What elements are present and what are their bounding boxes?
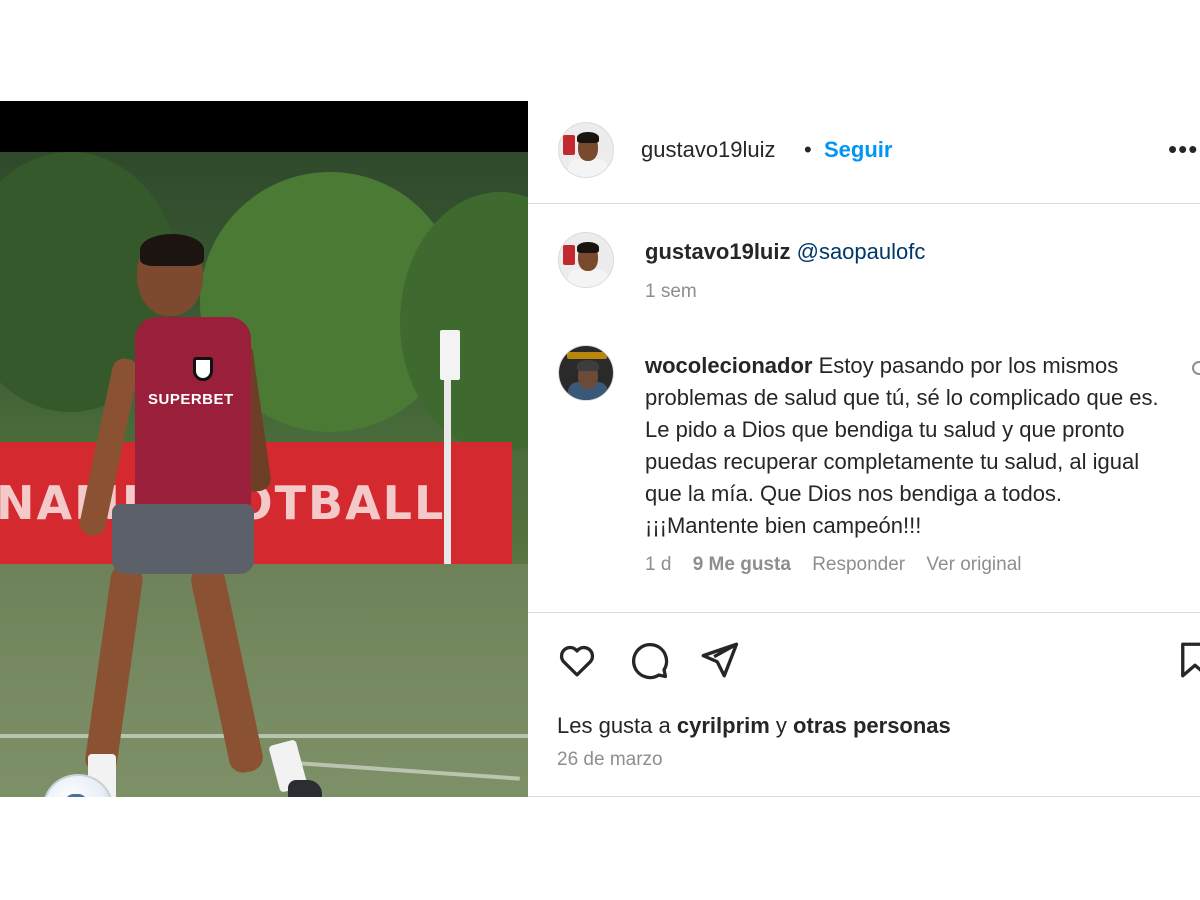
comment-likes[interactable]: 9 Me gusta xyxy=(693,554,791,575)
avatar-shirt xyxy=(568,159,608,177)
send-icon[interactable] xyxy=(698,639,740,681)
comment-meta: 1 d 9 Me gusta Responder Ver original xyxy=(645,554,1037,576)
more-options-icon[interactable]: ••• xyxy=(1168,134,1198,165)
view-original-button[interactable]: Ver original xyxy=(926,554,1021,575)
comment-body: wocolecionador Estoy pasando por los mis… xyxy=(645,350,1175,542)
club-badge xyxy=(563,135,575,155)
caption-author-avatar[interactable] xyxy=(558,232,614,288)
pitch-line xyxy=(0,734,528,738)
comment-like-icon[interactable] xyxy=(1192,361,1200,375)
liker-username[interactable]: cyrilprim xyxy=(677,713,770,738)
club-crest xyxy=(193,357,213,381)
commenter-avatar[interactable] xyxy=(558,345,614,401)
author-username[interactable]: gustavo19luiz xyxy=(641,137,776,163)
player-jersey xyxy=(135,317,251,517)
avatar-hair xyxy=(577,132,599,143)
caption-mention[interactable]: @saopaulofc xyxy=(797,239,926,264)
post-header: gustavo19luiz • Seguir ••• xyxy=(528,101,1200,204)
pitch-line xyxy=(300,761,520,781)
avatar-shirt xyxy=(568,269,608,287)
post-side-panel: gustavo19luiz • Seguir ••• gustavo19luiz… xyxy=(528,101,1200,797)
comment-time[interactable]: 1 d xyxy=(645,554,671,575)
photo-scene: NAMI FOOTBALL SUPERBET xyxy=(0,152,528,797)
photo-letterbox xyxy=(0,101,528,152)
likes-others-link[interactable]: otras personas xyxy=(793,713,951,738)
post-date[interactable]: 26 de marzo xyxy=(557,749,663,771)
separator-dot: • xyxy=(804,137,812,162)
caption-line: gustavo19luiz @saopaulofc xyxy=(645,239,925,265)
caption-author[interactable]: gustavo19luiz xyxy=(645,239,790,264)
bookmark-icon[interactable] xyxy=(1174,639,1200,681)
avatar-tag xyxy=(567,352,607,359)
player-boot xyxy=(288,780,322,797)
heart-icon[interactable] xyxy=(556,639,598,681)
avatar-hair xyxy=(577,242,599,253)
pitch xyxy=(0,564,528,797)
post-photo[interactable]: NAMI FOOTBALL SUPERBET xyxy=(0,101,528,797)
comment-icon[interactable] xyxy=(628,639,670,681)
club-badge xyxy=(563,245,575,265)
reply-button[interactable]: Responder xyxy=(812,554,905,575)
likes-prefix: Les gusta a xyxy=(557,713,677,738)
author-avatar[interactable] xyxy=(558,122,614,178)
section-divider xyxy=(528,612,1200,613)
follow-button[interactable]: Seguir xyxy=(824,137,892,163)
comment-text: Estoy pasando por los mismos problemas d… xyxy=(645,353,1159,538)
jersey-sponsor: SUPERBET xyxy=(148,391,234,408)
corner-flag xyxy=(440,330,460,380)
avatar-hair xyxy=(577,360,599,371)
caption-timestamp[interactable]: 1 sem xyxy=(645,281,697,303)
comment-author[interactable]: wocolecionador xyxy=(645,353,812,378)
likes-summary: Les gusta a cyrilprim y otras personas xyxy=(557,713,951,739)
player-shorts xyxy=(112,504,254,574)
likes-middle: y xyxy=(769,713,794,738)
player-hair xyxy=(140,234,204,266)
